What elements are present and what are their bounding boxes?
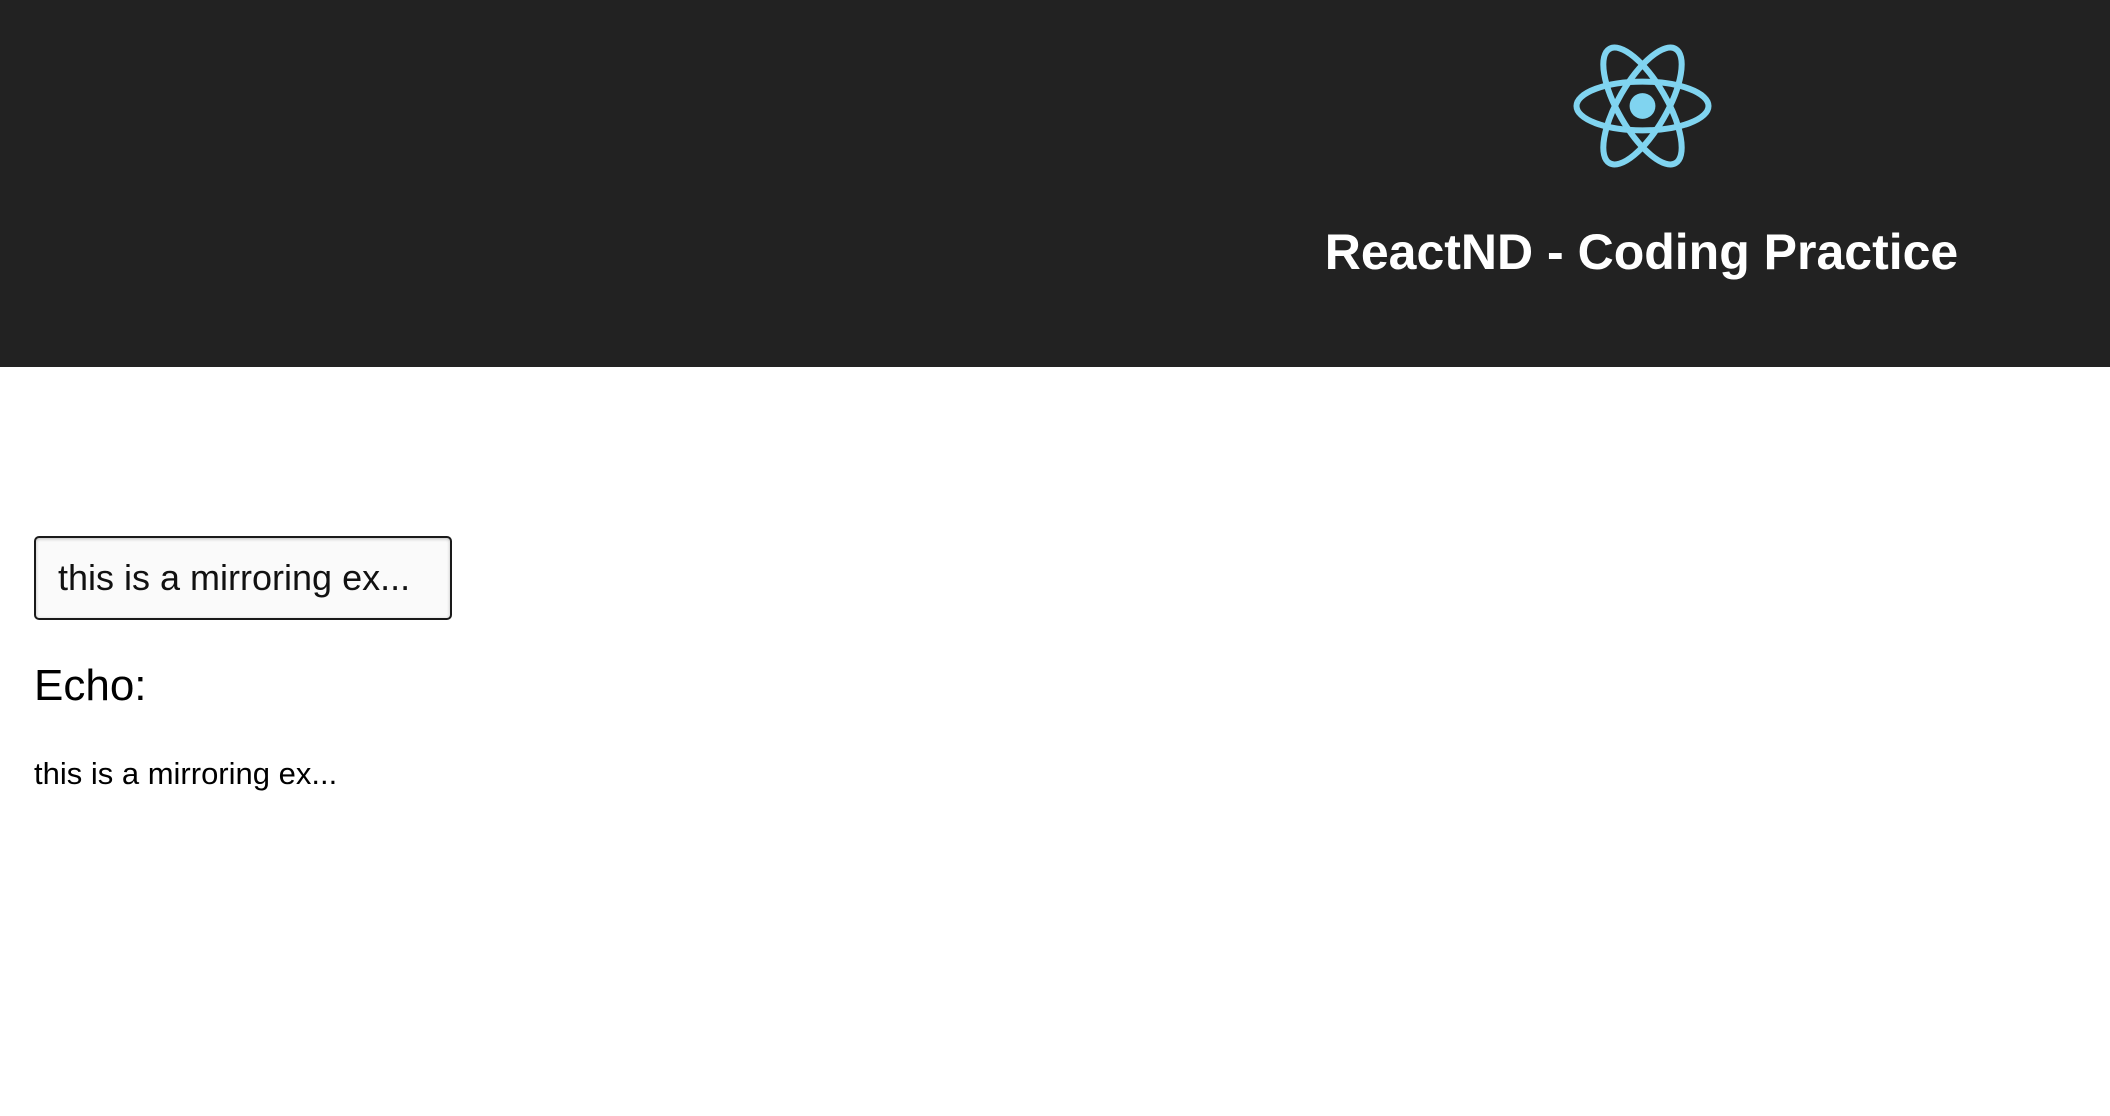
main-content: Echo: this is a mirroring ex... <box>0 367 2110 1116</box>
echo-heading: Echo: <box>34 661 147 710</box>
app-header: ReactND - Coding Practice <box>0 0 2110 367</box>
react-logo-icon <box>1570 40 1715 172</box>
echo-input[interactable] <box>34 536 452 620</box>
echo-output: this is a mirroring ex... <box>34 756 338 791</box>
app-title: ReactND - Coding Practice <box>1324 224 1959 280</box>
